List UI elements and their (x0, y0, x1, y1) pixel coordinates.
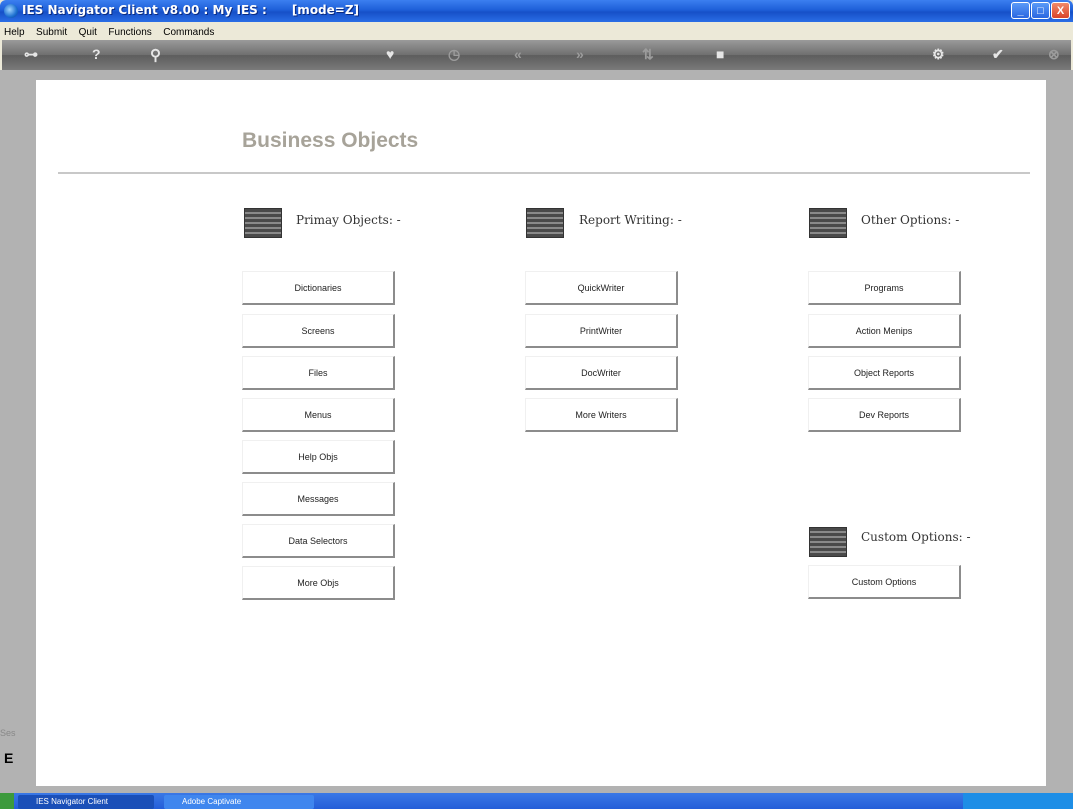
primary-objects-icon (244, 208, 282, 238)
content-panel: Business Objects Primay Objects: - Dicti… (36, 80, 1046, 786)
taskbar-item-ies[interactable]: IES Navigator Client (18, 795, 154, 809)
quickwriter-button[interactable]: QuickWriter (525, 271, 678, 305)
menu-functions[interactable]: Functions (104, 24, 154, 38)
action-menips-button[interactable]: Action Menips (808, 314, 961, 348)
status-indicator: E (4, 750, 14, 766)
back-icon[interactable]: « (514, 46, 522, 62)
close-button[interactable]: X (1051, 2, 1070, 19)
main-area: Business Objects Primay Objects: - Dicti… (0, 70, 1073, 793)
window-title: IES Navigator Client v8.00 : My IES : [m… (22, 3, 360, 17)
check-icon[interactable]: ✔ (992, 46, 1004, 63)
help-icon[interactable]: ? (92, 46, 101, 62)
other-options-title: Other Options: - (861, 213, 960, 227)
custom-options-button[interactable]: Custom Options (808, 565, 961, 599)
docwriter-button[interactable]: DocWriter (525, 356, 678, 390)
toolbar: ⊶ ? ⚲ ♥ ◷ « » ⇅ ■ ⚙ ✔ ⊗ (2, 40, 1071, 70)
custom-options-icon (809, 527, 847, 557)
object-reports-button[interactable]: Object Reports (808, 356, 961, 390)
menu-commands[interactable]: Commands (159, 24, 217, 38)
title-bar: IES Navigator Client v8.00 : My IES : [m… (0, 0, 1073, 22)
messages-button[interactable]: Messages (242, 482, 395, 516)
menu-bar: Help Submit Quit Functions Commands (0, 22, 1073, 39)
divider (58, 172, 1030, 174)
key-icon[interactable]: ⊶ (24, 46, 38, 63)
dictionaries-button[interactable]: Dictionaries (242, 271, 395, 305)
other-options-icon (809, 208, 847, 238)
taskbar: IES Navigator Client Adobe Captivate (0, 793, 1073, 809)
taskbar-item-captivate[interactable]: Adobe Captivate (164, 795, 314, 809)
sort-icon[interactable]: ⇅ (642, 46, 654, 63)
help-objs-button[interactable]: Help Objs (242, 440, 395, 474)
primary-objects-title: Primay Objects: - (296, 213, 401, 227)
start-button[interactable] (0, 793, 14, 809)
app-icon (4, 4, 18, 18)
dev-reports-button[interactable]: Dev Reports (808, 398, 961, 432)
files-button[interactable]: Files (242, 356, 395, 390)
more-objs-button[interactable]: More Objs (242, 566, 395, 600)
heart-icon[interactable]: ♥ (386, 46, 394, 62)
custom-options-title: Custom Options: - (861, 530, 971, 544)
stop-icon[interactable]: ■ (716, 46, 724, 62)
screens-button[interactable]: Screens (242, 314, 395, 348)
settings-icon[interactable]: ⚙ (932, 46, 945, 63)
printwriter-button[interactable]: PrintWriter (525, 314, 678, 348)
programs-button[interactable]: Programs (808, 271, 961, 305)
report-writing-icon (526, 208, 564, 238)
search-icon[interactable]: ⚲ (150, 46, 161, 64)
menus-button[interactable]: Menus (242, 398, 395, 432)
clock-icon[interactable]: ◷ (448, 46, 460, 63)
maximize-button[interactable]: □ (1031, 2, 1050, 19)
page-title: Business Objects (242, 129, 419, 152)
minimize-button[interactable]: _ (1011, 2, 1030, 19)
session-label: Ses (0, 728, 16, 738)
menu-submit[interactable]: Submit (32, 24, 70, 38)
report-writing-title: Report Writing: - (579, 213, 682, 227)
menu-quit[interactable]: Quit (75, 24, 100, 38)
forward-icon[interactable]: » (576, 46, 584, 62)
data-selectors-button[interactable]: Data Selectors (242, 524, 395, 558)
menu-help[interactable]: Help (0, 24, 28, 38)
more-writers-button[interactable]: More Writers (525, 398, 678, 432)
close-icon[interactable]: ⊗ (1048, 46, 1060, 63)
system-tray (963, 793, 1073, 809)
